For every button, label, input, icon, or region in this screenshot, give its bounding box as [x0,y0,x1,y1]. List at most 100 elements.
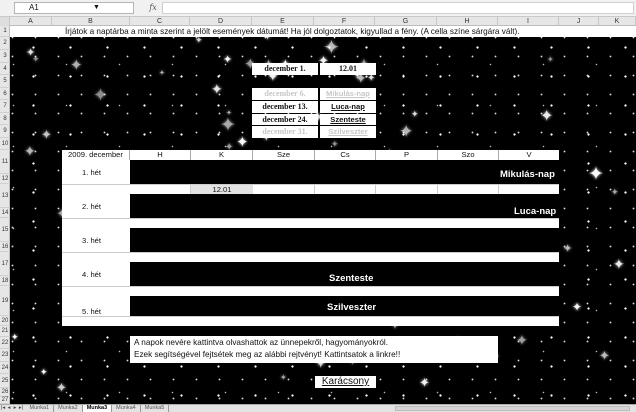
insert-function-icon[interactable]: fx [146,2,160,14]
instruction-text: Írjátok a naptárba a minta szerint a jel… [10,26,636,37]
sheet-tab-active[interactable]: Munka3 [82,405,113,412]
event-luca: Luca-nap [514,206,557,217]
row-header[interactable]: 22 [0,337,10,349]
date-cell[interactable] [253,185,315,194]
sparkle-icon: ✦ [24,143,36,159]
day-header: Sze [253,150,315,160]
column-header-e[interactable]: E [252,17,314,26]
column-header-d[interactable]: D [190,17,252,26]
row-header[interactable]: 18 [0,276,10,286]
holiday-date: december 13. [252,101,318,113]
worksheet[interactable]: ✦✦✦✦✦✦✦✦✦✦✦✦✦✦✦✦✦✦✦✦✦✦✦✦✦✦✦✦✦✦✦✦✦✦✦✦✦✦✦✦… [10,26,636,404]
day-header: H [130,150,191,160]
holiday-link-szilveszter[interactable]: Szilveszter [320,126,376,138]
sparkle-icon: ✦ [223,54,233,66]
sparkle-icon: ✦ [611,187,619,197]
column-header-g[interactable]: G [375,17,437,26]
date-entry-row[interactable] [62,252,559,262]
column-header-a[interactable]: A [10,17,52,26]
week-label: 4. hét [62,262,130,286]
row-header[interactable]: 5 [0,75,10,88]
date-cell[interactable] [130,185,191,194]
sparkle-icon: ✦ [41,127,52,142]
row-header[interactable]: 25 [0,374,10,388]
date-entry-row[interactable] [62,316,559,326]
day-header: Szo [438,150,499,160]
holiday-link-luca[interactable]: Luca-nap [320,101,376,113]
sparkle-icon: ✦ [547,55,554,64]
name-box-value: A1 [29,3,39,12]
row-header[interactable]: 11 [0,150,10,174]
week-label: 2. hét [62,194,130,218]
row-header[interactable]: 4 [0,63,10,75]
row-header[interactable]: 1 [0,26,10,37]
chevron-down-icon[interactable]: ▼ [93,3,100,13]
week-row [130,160,559,184]
column-header-j[interactable]: J [559,17,599,26]
column-header-i[interactable]: I [498,17,559,26]
holiday-link-szenteste[interactable]: Szenteste [320,114,376,125]
sparkle-icon: ✦ [211,81,223,97]
date-cell[interactable] [315,185,376,194]
sparkle-icon: ✦ [419,375,430,390]
select-all-corner[interactable] [0,17,10,26]
sheet-tab[interactable]: Munka4 [112,405,141,412]
calendar-title: 2009. december [62,150,130,160]
formula-bar: A1 ▼ fx [0,0,636,17]
row-header[interactable]: 21 [0,326,10,337]
sheet-tab[interactable]: Munka1 [26,405,55,412]
row-header[interactable]: 19 [0,286,10,316]
row-header[interactable]: 8 [0,113,10,125]
holiday-date: december 6. [252,88,318,100]
row-header[interactable]: 26 [0,388,10,397]
sheet-tab[interactable]: Munka2 [54,405,83,412]
sample-date-value[interactable]: 12.01 [320,63,376,75]
sparkle-icon: ✦ [32,54,40,64]
name-box[interactable]: A1 ▼ [14,2,134,14]
sparkle-icon: ✦ [70,57,83,74]
sheet-tab[interactable]: Munka5 [141,405,170,412]
sparkle-icon: ✦ [563,243,573,255]
column-header-f[interactable]: F [314,17,375,26]
sparkle-icon: ✦ [323,37,340,59]
row-header[interactable]: 16 [0,242,10,252]
row-header[interactable]: 13 [0,184,10,208]
date-entry-row[interactable] [62,218,559,228]
event-szilveszter: Szilveszter [327,302,377,313]
december-calendar: 2009. december H K Sze Cs P Szo V 1. hét… [62,150,559,326]
date-entry-row[interactable]: 12.01 [62,184,559,195]
row-header[interactable]: 2 [0,37,10,50]
formula-input[interactable] [162,2,634,14]
holiday-link-mikulas[interactable]: Mikulás-nap [320,88,376,100]
column-header-b[interactable]: B [52,17,130,26]
row-header[interactable]: 6 [0,88,10,100]
sparkle-icon: ✦ [540,108,554,125]
sparkle-icon: ✦ [56,380,67,395]
row-header[interactable]: 20 [0,316,10,326]
sparkle-icon: ✦ [588,164,604,185]
horizontal-scrollbar[interactable] [395,406,630,411]
sparkle-icon: ✦ [399,122,414,141]
row-header[interactable]: 14 [0,208,10,218]
row-header[interactable]: 23 [0,349,10,362]
date-cell[interactable] [438,185,499,194]
column-header-k[interactable]: K [599,17,636,26]
row-header[interactable]: 3 [0,50,10,63]
row-header[interactable]: 15 [0,218,10,242]
date-cell[interactable] [376,185,438,194]
row-header[interactable]: 9 [0,125,10,138]
column-header-c[interactable]: C [130,17,190,26]
row-header[interactable]: 17 [0,252,10,276]
karacsony-link[interactable]: Karácsony [315,376,376,388]
row-header[interactable]: 12 [0,174,10,184]
row-header[interactable]: 24 [0,362,10,374]
sparkle-icon: ✦ [226,110,232,117]
sparkle-icon: ✦ [195,35,203,45]
row-header[interactable]: 27 [0,397,10,404]
sparkle-icon: ✦ [93,85,109,105]
row-header[interactable]: 10 [0,138,10,150]
row-header[interactable]: 7 [0,100,10,113]
date-entry-row[interactable] [62,286,559,296]
last-sheet-icon[interactable]: ▸| [18,405,24,412]
column-header-h[interactable]: H [437,17,498,26]
